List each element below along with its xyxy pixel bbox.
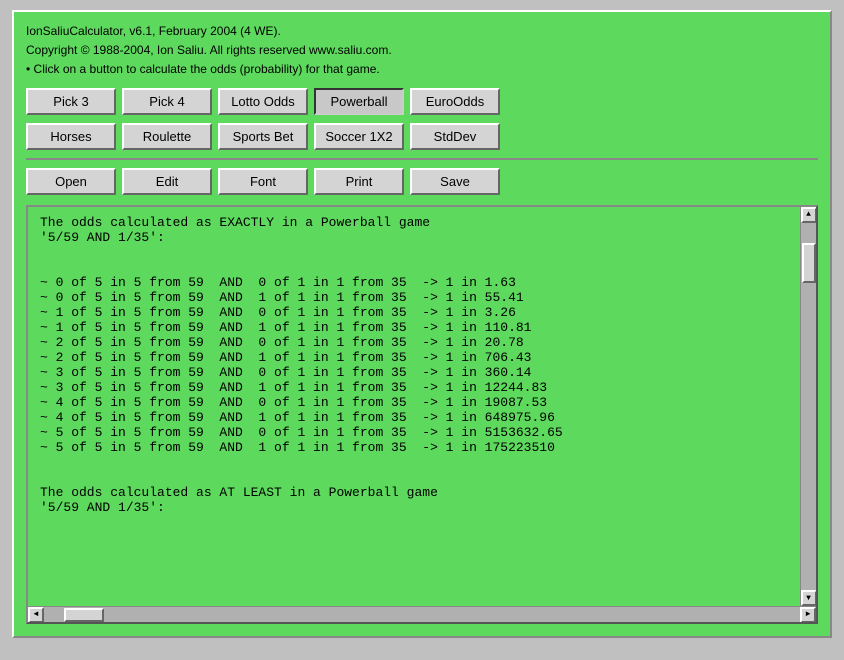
scrollbar-v-track[interactable] [801,223,816,590]
output-wrapper: The odds calculated as EXACTLY in a Powe… [26,205,818,624]
scroll-down-button[interactable]: ▼ [801,590,817,606]
scroll-left-button[interactable]: ◄ [28,607,44,623]
main-window: IonSaliuCalculator, v6.1, February 2004 … [12,10,832,638]
scrollbar-horizontal[interactable]: ◄ ► [28,606,816,622]
title-line1: IonSaliuCalculator, v6.1, February 2004 … [26,22,818,41]
scrollbar-h-track[interactable] [44,607,800,622]
output-text: The odds calculated as EXACTLY in a Powe… [28,207,800,606]
soccer-button[interactable]: Soccer 1X2 [314,123,404,150]
euroodds-button[interactable]: EuroOdds [410,88,500,115]
sports-bet-button[interactable]: Sports Bet [218,123,308,150]
pick3-button[interactable]: Pick 3 [26,88,116,115]
print-button[interactable]: Print [314,168,404,195]
pick4-button[interactable]: Pick 4 [122,88,212,115]
title-line3: • Click on a button to calculate the odd… [26,60,818,79]
title-line2: Copyright © 1988-2004, Ion Saliu. All ri… [26,41,818,60]
button-row-1: Pick 3Pick 4Lotto OddsPowerballEuroOdds [22,86,822,117]
lotto-odds-button[interactable]: Lotto Odds [218,88,308,115]
save-button[interactable]: Save [410,168,500,195]
button-row-3: OpenEditFontPrintSave [22,166,822,197]
stddev-button[interactable]: StdDev [410,123,500,150]
powerball-button[interactable]: Powerball [314,88,404,115]
open-button[interactable]: Open [26,168,116,195]
scroll-right-button[interactable]: ► [800,607,816,623]
title-bar: IonSaliuCalculator, v6.1, February 2004 … [22,20,822,82]
scrollbar-h-thumb[interactable] [64,608,104,622]
roulette-button[interactable]: Roulette [122,123,212,150]
scrollbar-v-thumb[interactable] [802,243,816,283]
horses-button[interactable]: Horses [26,123,116,150]
scrollbar-vertical[interactable]: ▲ ▼ [800,207,816,606]
edit-button[interactable]: Edit [122,168,212,195]
divider-1 [26,158,818,160]
font-button[interactable]: Font [218,168,308,195]
button-row-2: HorsesRouletteSports BetSoccer 1X2StdDev [22,121,822,152]
scroll-up-button[interactable]: ▲ [801,207,817,223]
output-inner: The odds calculated as EXACTLY in a Powe… [28,207,816,606]
